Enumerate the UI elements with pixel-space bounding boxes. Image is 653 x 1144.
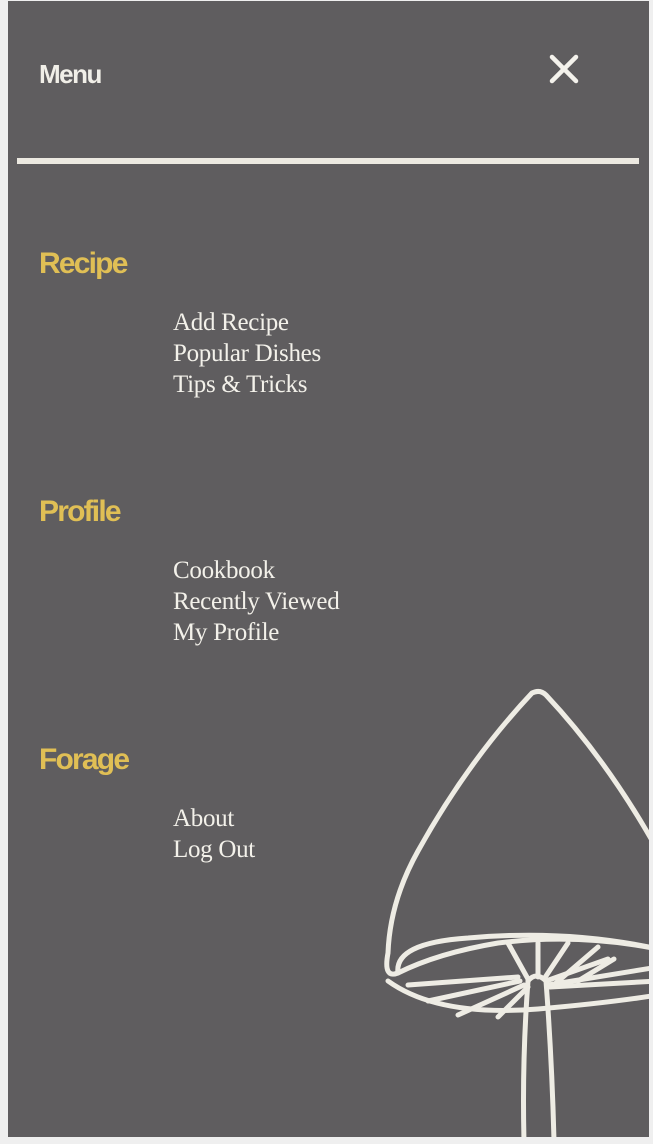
menu-item-log-out[interactable]: Log Out xyxy=(173,834,255,865)
close-icon xyxy=(549,54,579,84)
recipe-links: Add Recipe Popular Dishes Tips & Tricks xyxy=(173,307,321,400)
mushroom-illustration-icon xyxy=(384,688,649,1137)
menu-item-cookbook[interactable]: Cookbook xyxy=(173,555,339,586)
forage-links: About Log Out xyxy=(173,803,255,865)
menu-item-add-recipe[interactable]: Add Recipe xyxy=(173,307,321,338)
profile-links: Cookbook Recently Viewed My Profile xyxy=(173,555,340,648)
menu-item-tips-tricks[interactable]: Tips & Tricks xyxy=(173,369,321,400)
section-title-profile: Profile xyxy=(39,495,122,528)
menu-panel: Menu Recipe Add Recipe Popular Dishes Ti… xyxy=(8,1,649,1137)
menu-item-about[interactable]: About xyxy=(173,803,255,834)
section-title-forage: Forage xyxy=(39,743,130,776)
menu-item-recently-viewed[interactable]: Recently Viewed xyxy=(173,586,340,617)
menu-item-my-profile[interactable]: My Profile xyxy=(173,617,339,648)
menu-header: Menu xyxy=(8,1,649,163)
menu-title: Menu xyxy=(39,59,102,89)
menu-item-popular-dishes[interactable]: Popular Dishes xyxy=(173,338,321,369)
section-title-recipe: Recipe xyxy=(39,247,128,280)
header-divider xyxy=(17,158,639,164)
close-button[interactable] xyxy=(548,53,580,85)
